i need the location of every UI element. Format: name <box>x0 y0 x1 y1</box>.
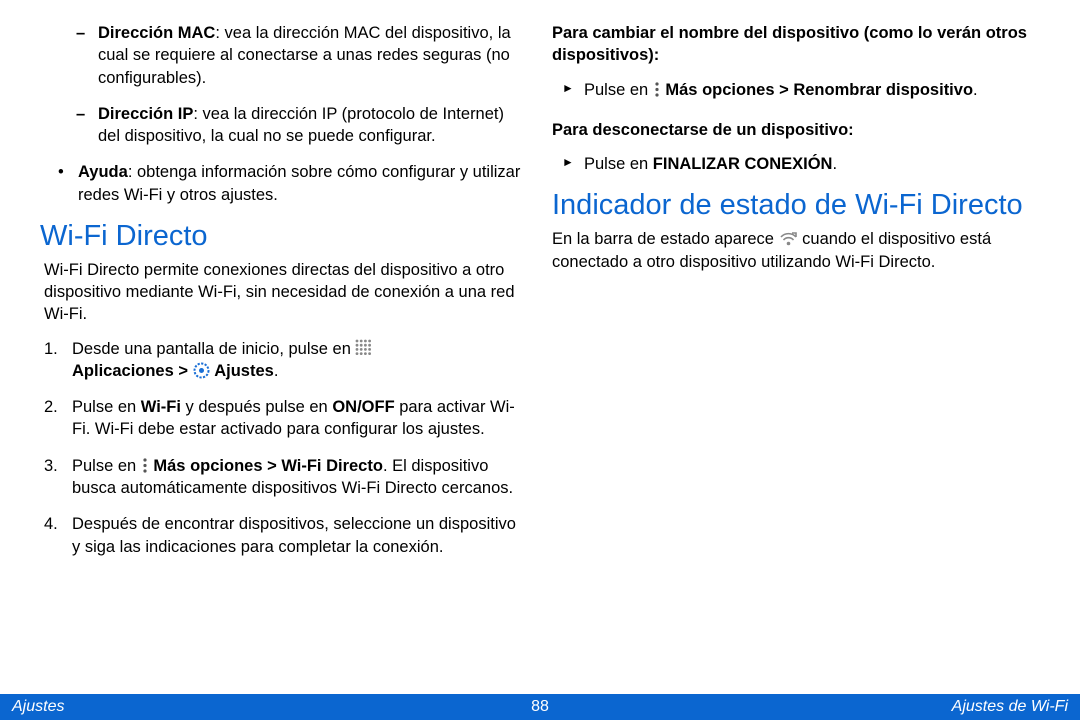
rename-step: Pulse en Más opciones > Renombrar dispos… <box>584 79 1040 101</box>
step-4-body: Después de encontrar dispositivos, selec… <box>72 515 516 555</box>
step-1-ajustes: Ajustes <box>214 362 274 380</box>
step-4: 4. Después de encontrar dispositivos, se… <box>72 513 528 558</box>
rename-gt: > <box>775 81 794 99</box>
disconnect-heading: Para desconectarse de un dispositivo: <box>552 119 1040 141</box>
estado-paragraph: En la barra de estado aparece cuando el … <box>552 228 1040 273</box>
step-2-wifi: Wi-Fi <box>141 398 181 416</box>
step-3-more: Más opciones <box>153 457 262 475</box>
step-3-number: 3. <box>44 455 58 477</box>
step-2: 2. Pulse en Wi-Fi y después pulse en ON/… <box>72 396 528 441</box>
step-4-number: 4. <box>44 513 58 535</box>
mac-title: Dirección MAC <box>98 24 215 42</box>
intro-paragraph: Wi-Fi Directo permite conexiones directa… <box>44 259 528 326</box>
step-3-wifidirect: Wi-Fi Directo <box>281 457 383 475</box>
gear-icon <box>193 362 210 379</box>
step-1-gt: > <box>174 362 193 380</box>
step-1-text-a: Desde una pantalla de inicio, pulse en <box>72 340 355 358</box>
ayuda-item: Ayuda: obtenga información sobre cómo co… <box>78 161 528 206</box>
step-2-onoff: ON/OFF <box>332 398 394 416</box>
more-options-icon <box>141 457 149 474</box>
step-3-gt: > <box>263 457 282 475</box>
right-column: Para cambiar el nombre del dispositivo (… <box>540 22 1052 687</box>
ayuda-title: Ayuda <box>78 163 128 181</box>
disconnect-step: Pulse en FINALIZAR CONEXIÓN. <box>584 153 1040 175</box>
wifi-direct-icon <box>779 230 798 245</box>
disconnect-c: . <box>832 155 837 173</box>
page-body: Dirección MAC: vea la dirección MAC del … <box>0 0 1080 695</box>
footer-left: Ajustes <box>12 698 64 716</box>
disconnect-a: Pulse en <box>584 155 653 173</box>
page-number: 88 <box>531 698 549 716</box>
step-2-a: Pulse en <box>72 398 141 416</box>
more-options-icon-2 <box>653 81 661 98</box>
ip-item: Dirección IP: vea la dirección IP (proto… <box>98 103 528 148</box>
step-3: 3. Pulse en Más opciones > Wi-Fi Directo… <box>72 455 528 500</box>
ayuda-body: : obtenga información sobre cómo configu… <box>78 163 520 203</box>
mac-item: Dirección MAC: vea la dirección MAC del … <box>98 22 528 89</box>
left-column: Dirección MAC: vea la dirección MAC del … <box>28 22 540 687</box>
step-1-aplicaciones: Aplicaciones <box>72 362 174 380</box>
apps-icon <box>355 339 372 356</box>
step-3-a: Pulse en <box>72 457 141 475</box>
heading-estado: Indicador de estado de Wi-Fi Directo <box>552 189 1040 222</box>
rename-a: Pulse en <box>584 81 653 99</box>
heading-wifi-directo: Wi-Fi Directo <box>40 220 528 253</box>
footer-right: Ajustes de Wi-Fi <box>952 698 1068 716</box>
ip-title: Dirección IP <box>98 105 193 123</box>
step-1: 1. Desde una pantalla de inicio, pulse e… <box>72 338 528 383</box>
estado-a: En la barra de estado aparece <box>552 230 779 248</box>
step-1-number: 1. <box>44 338 58 360</box>
step-1-dot: . <box>274 362 279 380</box>
step-2-number: 2. <box>44 396 58 418</box>
rename-dev: Renombrar dispositivo <box>793 81 973 99</box>
disconnect-b: FINALIZAR CONEXIÓN <box>653 155 833 173</box>
step-2-c: y después pulse en <box>181 398 332 416</box>
page-footer: Ajustes 88 Ajustes de Wi-Fi <box>0 694 1080 720</box>
rename-heading: Para cambiar el nombre del dispositivo (… <box>552 22 1040 67</box>
rename-dot: . <box>973 81 978 99</box>
rename-more: Más opciones <box>665 81 774 99</box>
